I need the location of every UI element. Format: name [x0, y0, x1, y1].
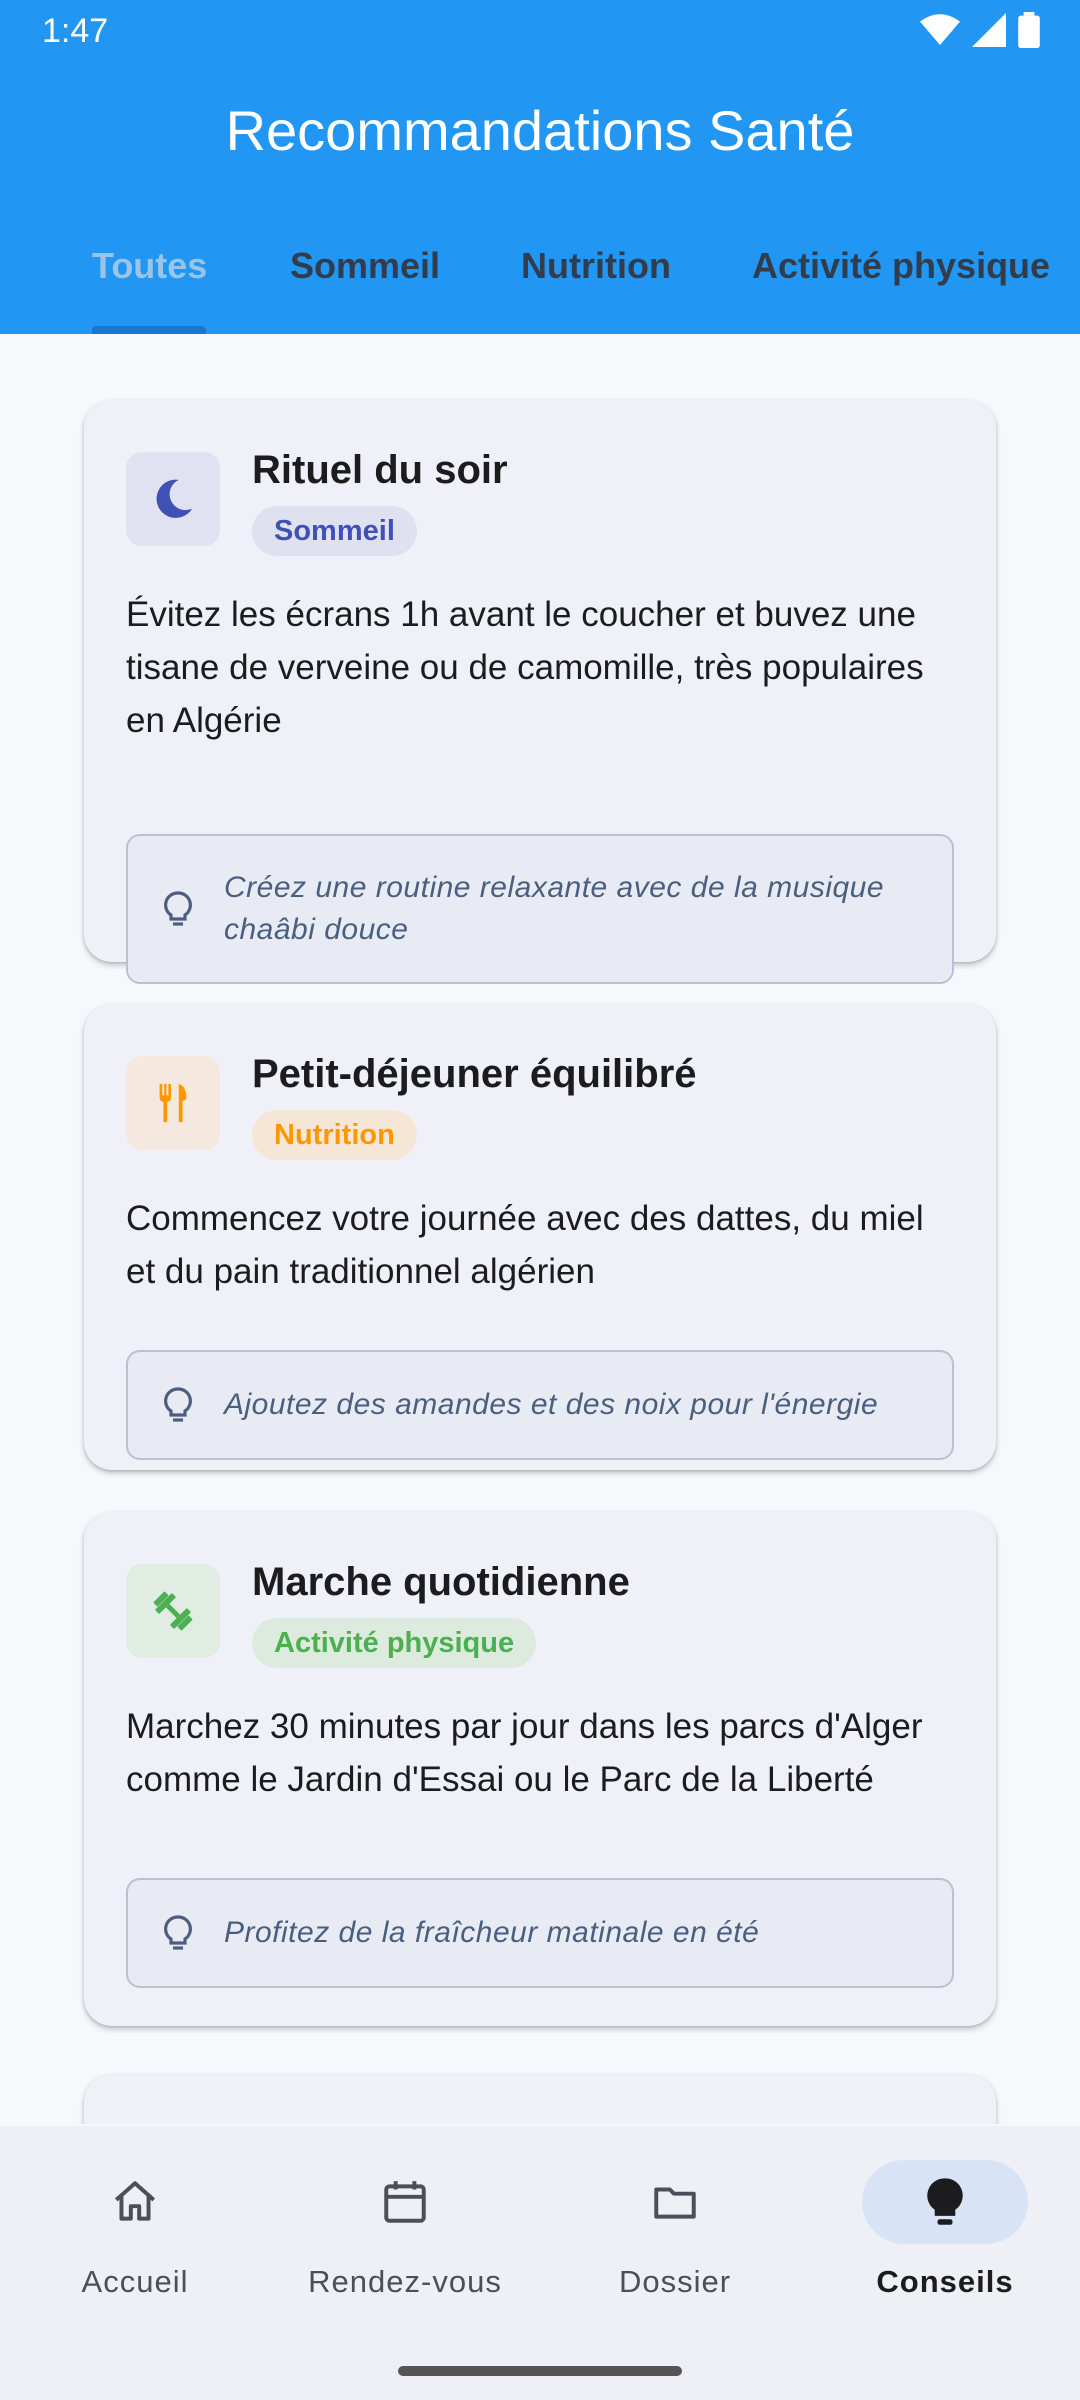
nav-conseils[interactable]: Conseils — [810, 2160, 1080, 2310]
lightbulb-icon — [164, 891, 192, 926]
status-time: 1:47 — [42, 12, 109, 50]
nav-rendez-vous[interactable]: Rendez-vous — [270, 2160, 540, 2310]
tab-toutes[interactable]: Toutes — [92, 245, 207, 287]
recommendations-list[interactable]: Rituel du soir Sommeil Évitez les écrans… — [0, 334, 1080, 2124]
signal-icon — [972, 13, 1006, 47]
status-bar: 1:47 — [0, 0, 1080, 64]
nav-dossier[interactable]: Dossier — [540, 2160, 810, 2310]
card-description: Évitez les écrans 1h avant le coucher et… — [126, 595, 924, 740]
tab-nutrition[interactable]: Nutrition — [521, 245, 671, 287]
tip-text: Ajoutez des amandes et des noix pour l'é… — [224, 1388, 879, 1421]
lightbulb-icon — [164, 1915, 192, 1950]
gesture-bar — [398, 2366, 682, 2376]
category-chip: Sommeil — [252, 506, 417, 556]
tip-box: Profitez de la fraîcheur matinale en été — [126, 1878, 954, 1988]
tab-activite-physique[interactable]: Activité physique — [752, 245, 1050, 287]
nav-label: Rendez-vous — [308, 2264, 502, 2299]
tip-box: Créez une routine relaxante avec de la m… — [126, 834, 954, 984]
card-description: Commencez votre journée avec des dattes,… — [126, 1199, 924, 1291]
tab-sommeil[interactable]: Sommeil — [290, 245, 440, 287]
folder-icon — [592, 2160, 758, 2244]
nav-label: Accueil — [81, 2264, 189, 2299]
moon-icon — [126, 452, 220, 546]
tip-box: Ajoutez des amandes et des noix pour l'é… — [126, 1350, 954, 1460]
lightbulb-icon — [164, 1387, 192, 1422]
recommendation-card[interactable] — [84, 2074, 996, 2124]
tab-indicator — [92, 326, 206, 334]
lightbulb-icon — [862, 2160, 1028, 2244]
battery-icon — [1018, 12, 1040, 48]
fitness-icon — [126, 1564, 220, 1658]
card-title: Rituel du soir — [252, 448, 508, 492]
category-chip: Nutrition — [252, 1110, 417, 1160]
category-tabs: Toutes Sommeil Nutrition Activité physiq… — [0, 245, 1080, 335]
bottom-navigation: Accueil Rendez-vous Dossier Conseils — [0, 2126, 1080, 2400]
card-title: Marche quotidienne — [252, 1560, 630, 1604]
wifi-icon — [920, 14, 960, 45]
category-chip: Activité physique — [252, 1618, 537, 1668]
nav-label: Conseils — [876, 2264, 1014, 2299]
page-title: Recommandations Santé — [225, 99, 855, 162]
card-description: Marchez 30 minutes par jour dans les par… — [126, 1707, 923, 1799]
nav-accueil[interactable]: Accueil — [0, 2160, 270, 2310]
card-title: Petit-déjeuner équilibré — [252, 1052, 697, 1096]
calendar-icon — [322, 2160, 488, 2244]
tip-text: Profitez de la fraîcheur matinale en été — [224, 1916, 760, 1949]
nav-label: Dossier — [618, 2264, 732, 2299]
home-icon — [52, 2160, 218, 2244]
recommendation-card[interactable]: Petit-déjeuner équilibré Nutrition Comme… — [84, 1004, 996, 1470]
tip-text: Créez une routine relaxante avec de la m… — [224, 871, 885, 946]
restaurant-icon — [126, 1056, 220, 1150]
recommendation-card[interactable]: Marche quotidienne Activité physique Mar… — [84, 1512, 996, 2026]
recommendation-card[interactable]: Rituel du soir Sommeil Évitez les écrans… — [84, 400, 996, 984]
